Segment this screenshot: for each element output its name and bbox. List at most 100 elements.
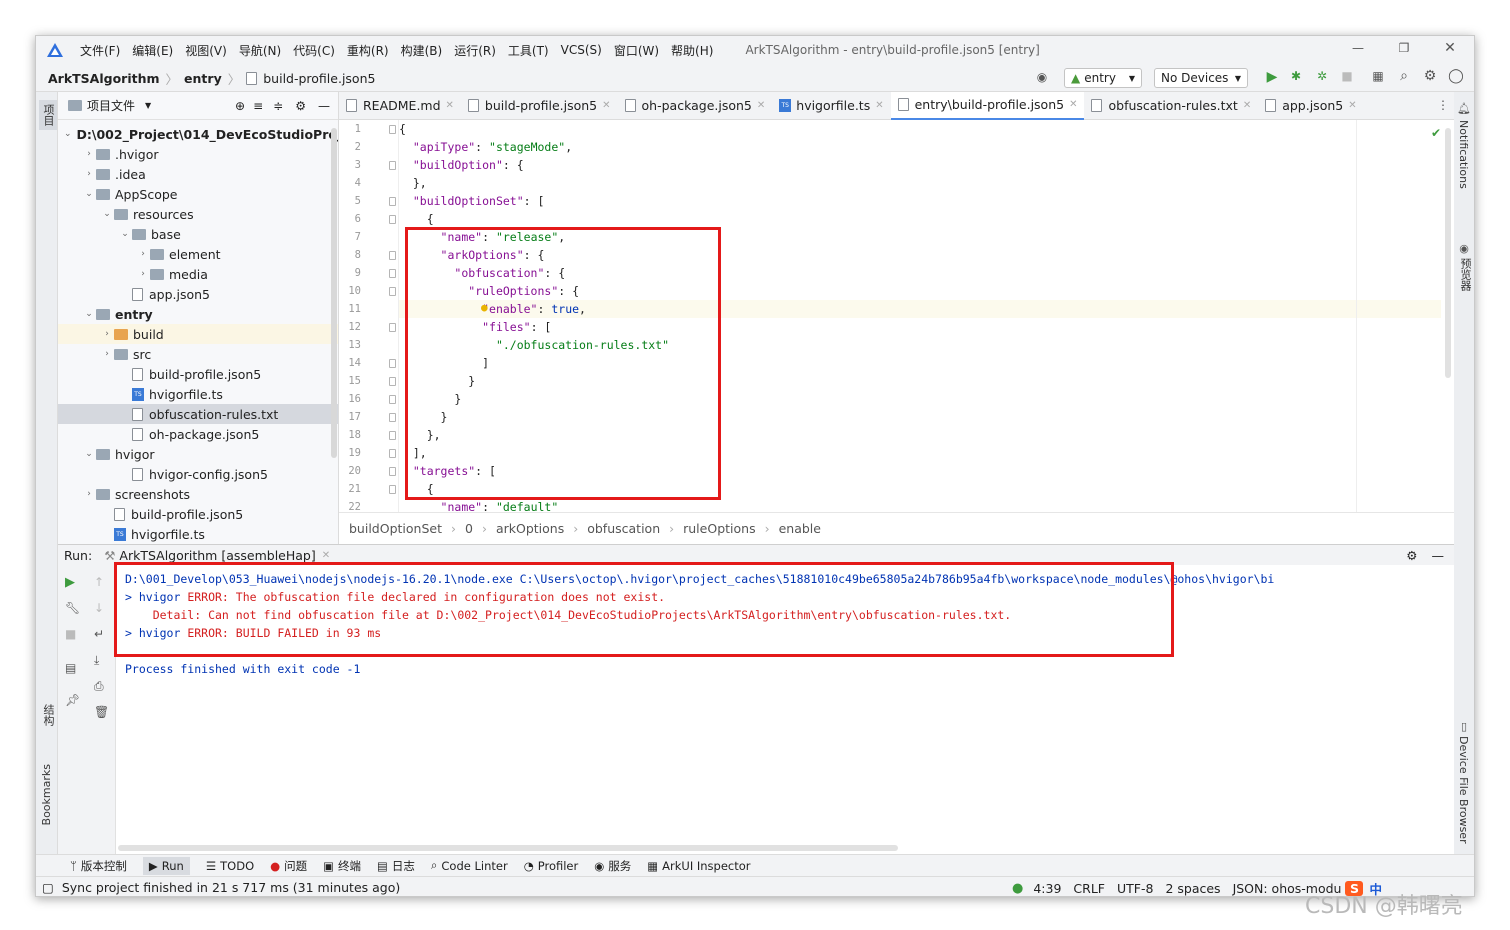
menu-edit[interactable]: 编辑(E) <box>132 42 173 59</box>
chevron-right-icon[interactable]: › <box>82 149 96 159</box>
tree-item[interactable]: TS hvigorfile.ts <box>58 524 338 544</box>
chevron-down-icon[interactable]: ⌄ <box>100 209 114 219</box>
run-config-tab[interactable]: ArkTSAlgorithm [assembleHap] <box>119 548 315 563</box>
attach-debugger-icon[interactable]: ✲ <box>1314 69 1330 83</box>
tree-item[interactable]: ⌄ entry <box>58 304 338 324</box>
code-crumb[interactable]: 0 <box>465 521 473 536</box>
tool-problems[interactable]: ● 问题 <box>270 858 307 874</box>
soft-wrap-icon[interactable]: ↵ <box>94 627 104 641</box>
tree-item[interactable]: hvigor-config.json5 <box>58 464 338 484</box>
menu-run[interactable]: 运行(R) <box>454 42 496 59</box>
menu-code[interactable]: 代码(C) <box>293 42 335 59</box>
sdk-manager-icon[interactable]: ▦ <box>1370 69 1386 83</box>
crumb-module[interactable]: entry <box>184 71 222 86</box>
scroll-to-end-icon[interactable]: ⤓ <box>94 653 99 668</box>
tree-item[interactable]: ⌄ resources <box>58 204 338 224</box>
tree-item[interactable]: ⌄ hvigor <box>58 444 338 464</box>
expand-all-icon[interactable]: ≡ <box>253 99 263 113</box>
chevron-down-icon[interactable]: ▼ <box>145 101 151 110</box>
close-tab-icon[interactable]: ✕ <box>757 100 765 111</box>
close-tab-icon[interactable]: ✕ <box>446 100 454 111</box>
tool-log[interactable]: ▤ 日志 <box>377 858 415 874</box>
crumb-project[interactable]: ArkTSAlgorithm <box>48 71 160 86</box>
tool-vcs[interactable]: ᛘ 版本控制 <box>70 858 127 874</box>
menu-window[interactable]: 窗口(W) <box>614 42 659 59</box>
editor-tab[interactable]: app.json5 ✕ <box>1258 92 1363 120</box>
fold-marker-icon[interactable] <box>389 449 396 458</box>
project-panel-title[interactable]: 项目文件 <box>87 97 135 114</box>
editor-tab[interactable]: build-profile.json5 ✕ <box>461 92 618 120</box>
scroll-up-icon[interactable]: ↑ <box>94 575 104 589</box>
close-tab-icon[interactable]: ✕ <box>1069 99 1077 110</box>
maximize-icon[interactable]: ❐ <box>1394 41 1414 55</box>
structure-tool-tab[interactable]: 结构 <box>40 704 56 726</box>
menu-tools[interactable]: 工具(T) <box>508 42 549 59</box>
tree-item[interactable]: › .idea <box>58 164 338 184</box>
hide-panel-icon[interactable]: — <box>318 99 330 113</box>
tool-terminal[interactable]: ▣ 终端 <box>323 858 361 874</box>
fold-marker-icon[interactable] <box>389 323 396 332</box>
code-crumb[interactable]: buildOptionSet <box>349 521 442 536</box>
tree-item[interactable]: TS hvigorfile.ts <box>58 384 338 404</box>
status-toggle-icon[interactable]: ▢ <box>42 880 54 895</box>
pin-icon[interactable]: 📌︎ <box>65 693 80 707</box>
fold-marker-icon[interactable] <box>389 287 396 296</box>
tree-item[interactable]: build-profile.json5 <box>58 504 338 524</box>
editor-tab[interactable]: oh-package.json5 ✕ <box>618 92 773 120</box>
rerun-icon[interactable]: ▶ <box>65 575 75 590</box>
gear-icon[interactable]: ⚙ <box>295 99 306 113</box>
tree-item[interactable]: › screenshots <box>58 484 338 504</box>
fold-marker-icon[interactable] <box>389 485 396 494</box>
account-icon[interactable]: ◯ <box>1448 68 1464 84</box>
fold-marker-icon[interactable] <box>389 413 396 422</box>
fold-marker-icon[interactable] <box>389 359 396 368</box>
close-icon[interactable]: ✕ <box>1440 40 1460 56</box>
print-icon[interactable]: ⎙ <box>94 679 104 694</box>
tool-run[interactable]: ▶ Run <box>142 856 190 875</box>
chevron-down-icon[interactable]: ⌄ <box>82 449 96 459</box>
menu-help[interactable]: 帮助(H) <box>671 42 713 59</box>
module-selector[interactable]: ▲ entry ▼ <box>1064 68 1142 88</box>
minimize-icon[interactable]: — <box>1348 41 1368 55</box>
chevron-down-icon[interactable]: ⌄ <box>82 309 96 319</box>
close-tab-icon[interactable]: ✕ <box>875 100 883 111</box>
tree-item[interactable]: › .hvigor <box>58 144 338 164</box>
tree-item[interactable]: app.json5 <box>58 284 338 304</box>
tool-todo[interactable]: ☰ TODO <box>206 859 254 873</box>
stop-icon[interactable]: ■ <box>65 627 76 641</box>
search-icon[interactable]: ⌕ <box>1396 68 1412 84</box>
trash-icon[interactable]: 🗑︎ <box>94 705 109 719</box>
code-crumb[interactable]: ruleOptions <box>683 521 755 536</box>
fold-marker-icon[interactable] <box>389 395 396 404</box>
fold-marker-icon[interactable] <box>389 251 396 260</box>
crumb-file[interactable]: build-profile.json5 <box>263 71 375 86</box>
editor-tab[interactable]: README.md ✕ <box>339 92 461 120</box>
wrench-icon[interactable]: 🔧︎ <box>65 601 80 615</box>
editor-tab[interactable]: obfuscation-rules.txt ✕ <box>1084 92 1258 120</box>
close-tab-icon[interactable]: ✕ <box>602 100 610 111</box>
tree-item[interactable]: › build <box>58 324 338 344</box>
tool-code-linter[interactable]: ⌕ Code Linter <box>431 858 508 873</box>
chevron-right-icon[interactable]: › <box>82 489 96 499</box>
menu-view[interactable]: 视图(V) <box>185 42 227 59</box>
menu-build[interactable]: 构建(B) <box>401 42 443 59</box>
status-message[interactable]: Sync project finished in 21 s 717 ms (31… <box>62 880 400 895</box>
project-tool-tab[interactable]: 项目 <box>39 100 57 130</box>
close-tab-icon[interactable]: ✕ <box>1243 100 1251 111</box>
chevron-down-icon[interactable]: ⌄ <box>118 229 132 239</box>
notifications-tool-tab[interactable]: Notifications <box>1457 120 1470 189</box>
tree-item[interactable]: build-profile.json5 <box>58 364 338 384</box>
fold-marker-icon[interactable] <box>389 269 396 278</box>
gear-icon[interactable]: ⚙ <box>1406 548 1417 563</box>
chevron-right-icon[interactable]: › <box>100 349 114 359</box>
tool-profiler[interactable]: ◔ Profiler <box>524 859 579 873</box>
code-crumb[interactable]: enable <box>779 521 821 536</box>
fold-marker-icon[interactable] <box>389 467 396 476</box>
run-icon[interactable]: ▶ <box>1264 69 1280 85</box>
collapse-all-icon[interactable]: ≑ <box>273 99 283 113</box>
console-h-scrollbar[interactable] <box>118 845 898 851</box>
stop-icon[interactable]: ■ <box>1340 69 1354 83</box>
chevron-down-icon[interactable]: ⌄ <box>64 129 72 139</box>
file-encoding[interactable]: UTF-8 <box>1117 881 1153 896</box>
code-crumb[interactable]: arkOptions <box>496 521 564 536</box>
